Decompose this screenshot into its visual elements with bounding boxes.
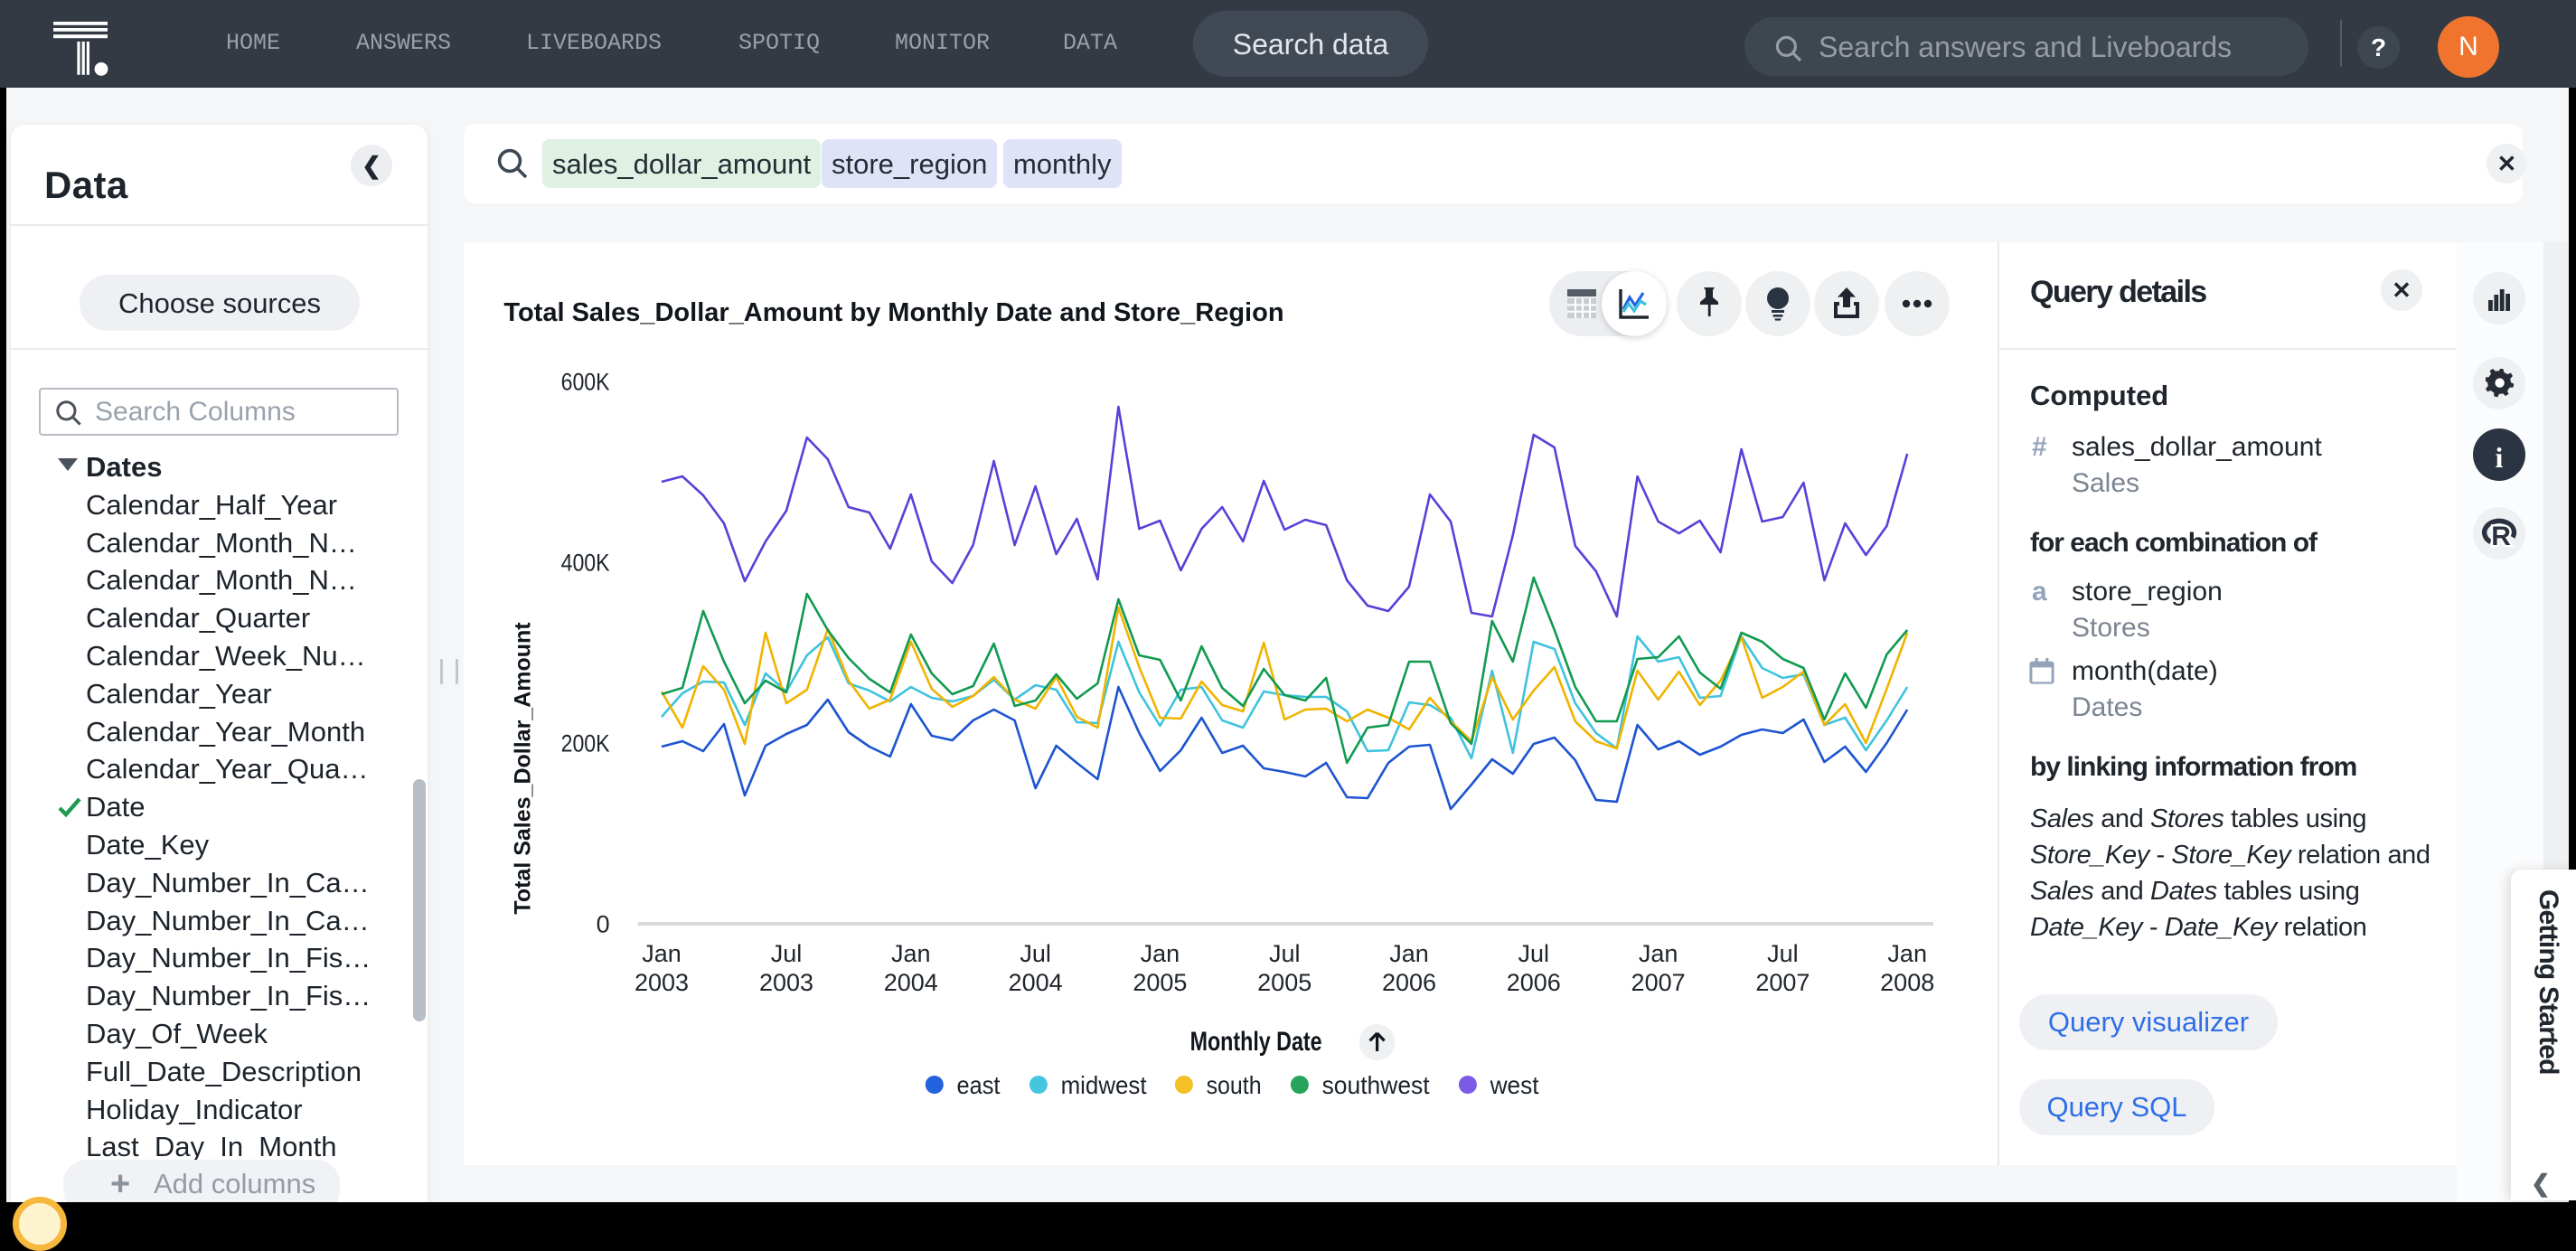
svg-text:east: east (957, 1071, 1001, 1099)
svg-text:Jul: Jul (1518, 940, 1550, 967)
svg-text:Jan: Jan (1888, 940, 1928, 967)
svg-text:Jan: Jan (643, 940, 682, 967)
svg-text:Jul: Jul (1768, 940, 1800, 967)
svg-text:2006: 2006 (1507, 969, 1561, 996)
svg-text:200K: 200K (561, 729, 610, 757)
svg-text:2004: 2004 (1009, 969, 1063, 996)
svg-text:R: R (2491, 522, 2511, 550)
svg-text:2008: 2008 (1881, 969, 1935, 996)
svg-text:600K: 600K (561, 368, 610, 395)
svg-text:2007: 2007 (1631, 969, 1686, 996)
svg-text:400K: 400K (561, 549, 610, 576)
svg-text:2005: 2005 (1133, 969, 1188, 996)
svg-text:2004: 2004 (884, 969, 938, 996)
svg-text:Jan: Jan (1141, 940, 1180, 967)
svg-text:2005: 2005 (1258, 969, 1312, 996)
svg-text:2003: 2003 (635, 969, 689, 996)
svg-text:Jul: Jul (1269, 940, 1301, 967)
svg-text:2003: 2003 (759, 969, 813, 996)
svg-text:0: 0 (597, 910, 610, 937)
svg-text:2007: 2007 (1756, 969, 1810, 996)
svg-text:Total Sales_Dollar_Amount: Total Sales_Dollar_Amount (511, 622, 536, 915)
svg-text:Monthly Date: Monthly Date (1190, 1027, 1322, 1057)
svg-text:2006: 2006 (1382, 969, 1436, 996)
svg-text:Jan: Jan (1639, 940, 1678, 967)
svg-text:midwest: midwest (1061, 1071, 1147, 1099)
svg-text:southwest: southwest (1322, 1071, 1430, 1099)
svg-text:Jan: Jan (891, 940, 931, 967)
svg-text:Jul: Jul (1020, 940, 1052, 967)
svg-text:south: south (1207, 1071, 1262, 1099)
svg-text:Jan: Jan (1390, 940, 1430, 967)
svg-text:west: west (1490, 1071, 1539, 1099)
svg-text:Jul: Jul (771, 940, 803, 967)
